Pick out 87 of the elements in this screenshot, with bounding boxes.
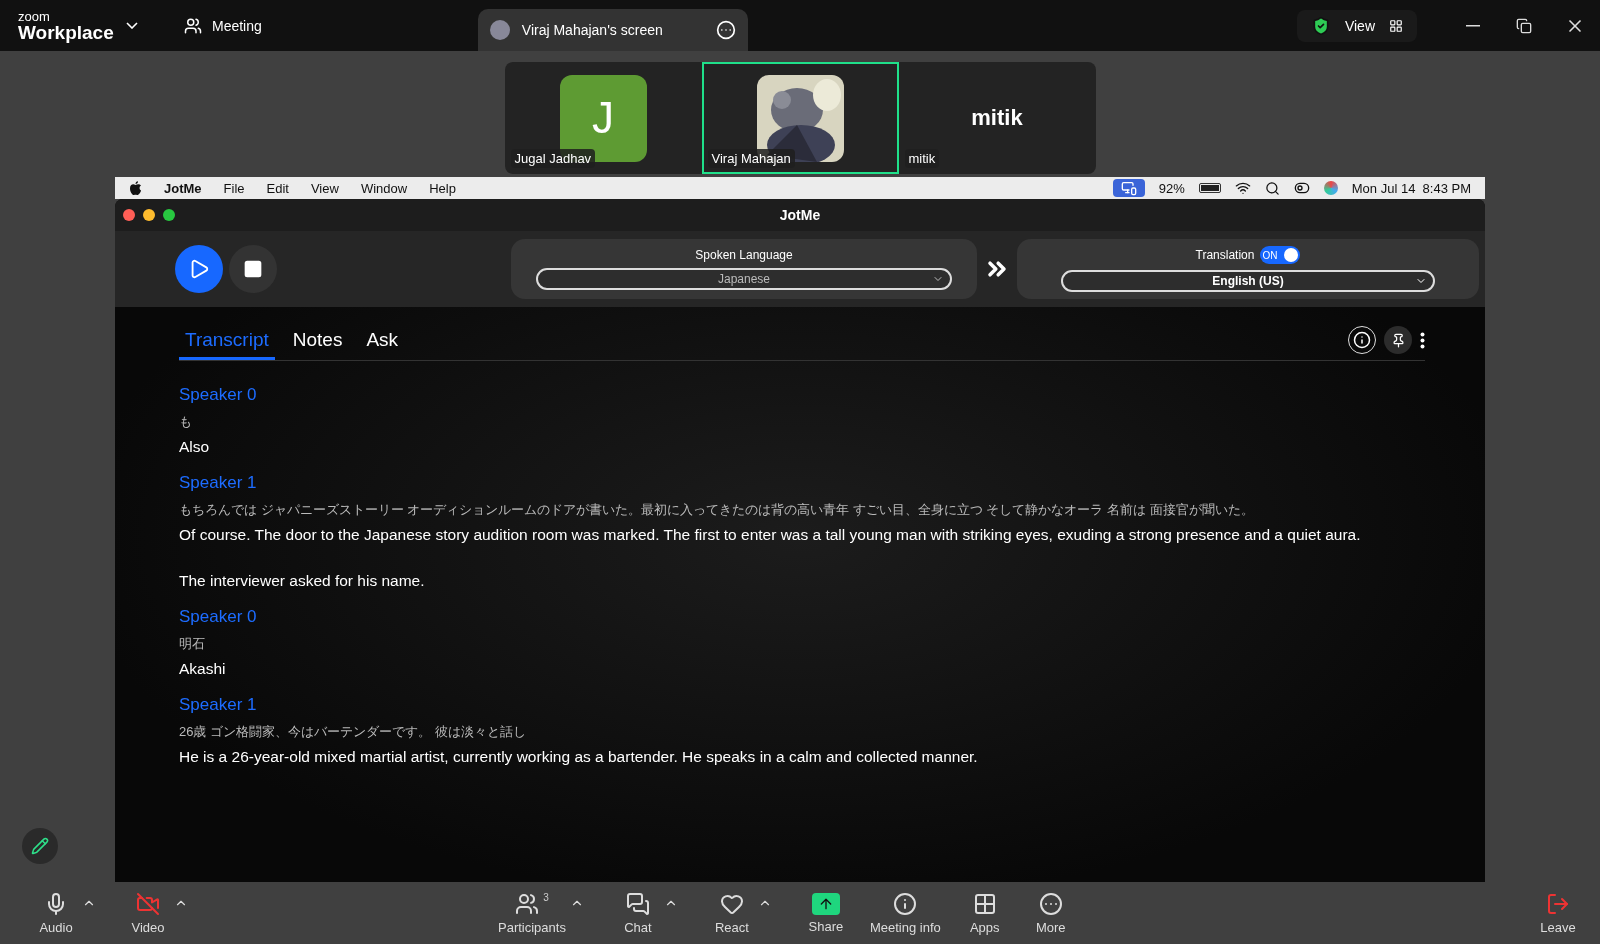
menu-item[interactable]: Window	[360, 180, 408, 196]
menu-item[interactable]: Help	[429, 180, 456, 196]
siri-icon[interactable]	[1323, 181, 1338, 195]
menu-item[interactable]: JotMe	[164, 180, 202, 196]
participant-tile[interactable]: J Jugal Jadhav	[504, 62, 702, 174]
annotate-button[interactable]	[22, 828, 58, 864]
wifi-icon[interactable]	[1234, 180, 1251, 196]
view-button[interactable]: View	[1296, 9, 1417, 42]
speaker-label: Speaker 0	[179, 607, 258, 627]
tab[interactable]: Transcript	[179, 325, 275, 360]
meeting-button[interactable]: Meeting	[178, 15, 268, 36]
close-button[interactable]	[123, 209, 135, 221]
translated-text: Also	[179, 437, 211, 457]
more-icon	[1038, 891, 1063, 916]
tab[interactable]: Notes	[286, 325, 349, 360]
info-icon	[1353, 331, 1371, 349]
video-off-icon	[136, 891, 160, 916]
participants-icon	[515, 891, 540, 916]
menu-item[interactable]: File	[223, 180, 245, 196]
original-text: も	[179, 413, 193, 431]
language-select[interactable]: Japanese	[536, 268, 952, 290]
battery-percent: 92%	[1158, 180, 1185, 196]
translated-text: The interviewer asked for his name.	[179, 571, 426, 591]
screen-share-icon[interactable]	[1112, 179, 1145, 197]
stop-button[interactable]	[229, 245, 277, 293]
toolbar-button[interactable]: 3 Participants	[498, 891, 566, 935]
play-button[interactable]	[175, 245, 223, 293]
people-icon	[184, 16, 202, 35]
apple-icon[interactable]	[129, 180, 142, 196]
info-icon	[893, 891, 918, 916]
restore-icon	[1515, 17, 1532, 34]
participant-name: mitik	[904, 149, 940, 168]
control-center-icon[interactable]	[1293, 180, 1310, 196]
original-text: 26歳 ゴン格闘家、今はバーテンダーです。 彼は淡々と話し	[179, 723, 527, 741]
toolbar-button[interactable]: Meeting info	[869, 891, 941, 935]
language-select[interactable]: English (US)	[1061, 270, 1435, 292]
speaker-label: Speaker 0	[179, 385, 258, 405]
menu-item[interactable]: Edit	[266, 180, 289, 196]
grid-icon	[1389, 18, 1403, 33]
toolbar-button[interactable]: Apps	[962, 891, 1007, 935]
speaker-label: Speaker 1	[179, 695, 258, 715]
pin-button[interactable]	[1384, 326, 1412, 354]
dropdown-button[interactable]	[126, 22, 138, 29]
toolbar-button[interactable]: More	[1028, 891, 1073, 935]
panel-label: Spoken Language	[695, 248, 793, 262]
clock: Mon Jul 14 8:43 PM	[1351, 180, 1471, 196]
translation-switch[interactable]: ON	[1260, 246, 1301, 264]
pin-icon	[1390, 332, 1406, 348]
more-button[interactable]	[1420, 331, 1425, 349]
participant-tile[interactable]: Viraj Mahajan	[701, 62, 899, 174]
search-icon[interactable]	[1264, 180, 1280, 196]
panel-label: Translation	[1195, 248, 1255, 262]
stop-icon	[243, 259, 263, 279]
minimize-icon	[1465, 24, 1480, 27]
participant-name: Jugal Jadhav	[510, 149, 596, 168]
exit-icon	[1546, 891, 1570, 916]
battery-icon[interactable]	[1198, 183, 1221, 193]
toolbar-button[interactable]: Share	[803, 892, 848, 934]
original-text: もちろんでは ジャパニーズストーリー オーディションルームのドアが書いた。最初に入ってきたのは背の高い青年 すごい目、全身に立つ そして静かなオーラ 名前は 面接官が聞いた。	[179, 501, 1255, 519]
participant-name-display: mitik	[971, 105, 1023, 131]
menu-item[interactable]: View	[310, 180, 339, 196]
toolbar-button[interactable]: Audio	[34, 891, 78, 935]
zoom-button[interactable]	[163, 209, 175, 221]
toolbar-button[interactable]: Chat	[615, 891, 660, 935]
minimize-button[interactable]	[143, 209, 155, 221]
window-title: JotMe	[778, 207, 822, 223]
share-tab[interactable]: Viraj Mahajan's screen	[477, 9, 748, 51]
leave-button[interactable]: Leave	[1536, 891, 1580, 935]
toolbar-button[interactable]: Video	[126, 891, 170, 935]
translated-text: Of course. The door to the Japanese story audition room was marked. The first to enter was a tall young man with striking eyes, exuding a strong presence and a quiet aura.	[179, 525, 1362, 545]
chat-icon	[625, 891, 650, 916]
toolbar-button[interactable]: React	[709, 891, 754, 935]
participant-tile[interactable]: mitik mitik	[898, 62, 1096, 174]
chevron-icon	[126, 22, 138, 29]
avatar-icon	[489, 20, 510, 40]
speaker-label: Speaker 1	[179, 473, 258, 493]
share-icon	[811, 892, 840, 915]
participant-name: Viraj Mahajan	[707, 149, 795, 168]
pencil-icon	[31, 837, 49, 855]
more-icon[interactable]	[715, 20, 736, 40]
translated-text: Akashi	[179, 659, 227, 679]
apps-icon	[972, 891, 997, 916]
original-text: 明石	[179, 635, 206, 653]
translated-text: He is a 26-year-old mixed martial artist, currently working as a bartender. He speaks in a calm and collected manner.	[179, 747, 979, 767]
kebab-menu-icon	[1420, 331, 1425, 349]
tab[interactable]: Ask	[360, 325, 405, 360]
zoom-logo: zoom Workplace	[18, 9, 115, 42]
